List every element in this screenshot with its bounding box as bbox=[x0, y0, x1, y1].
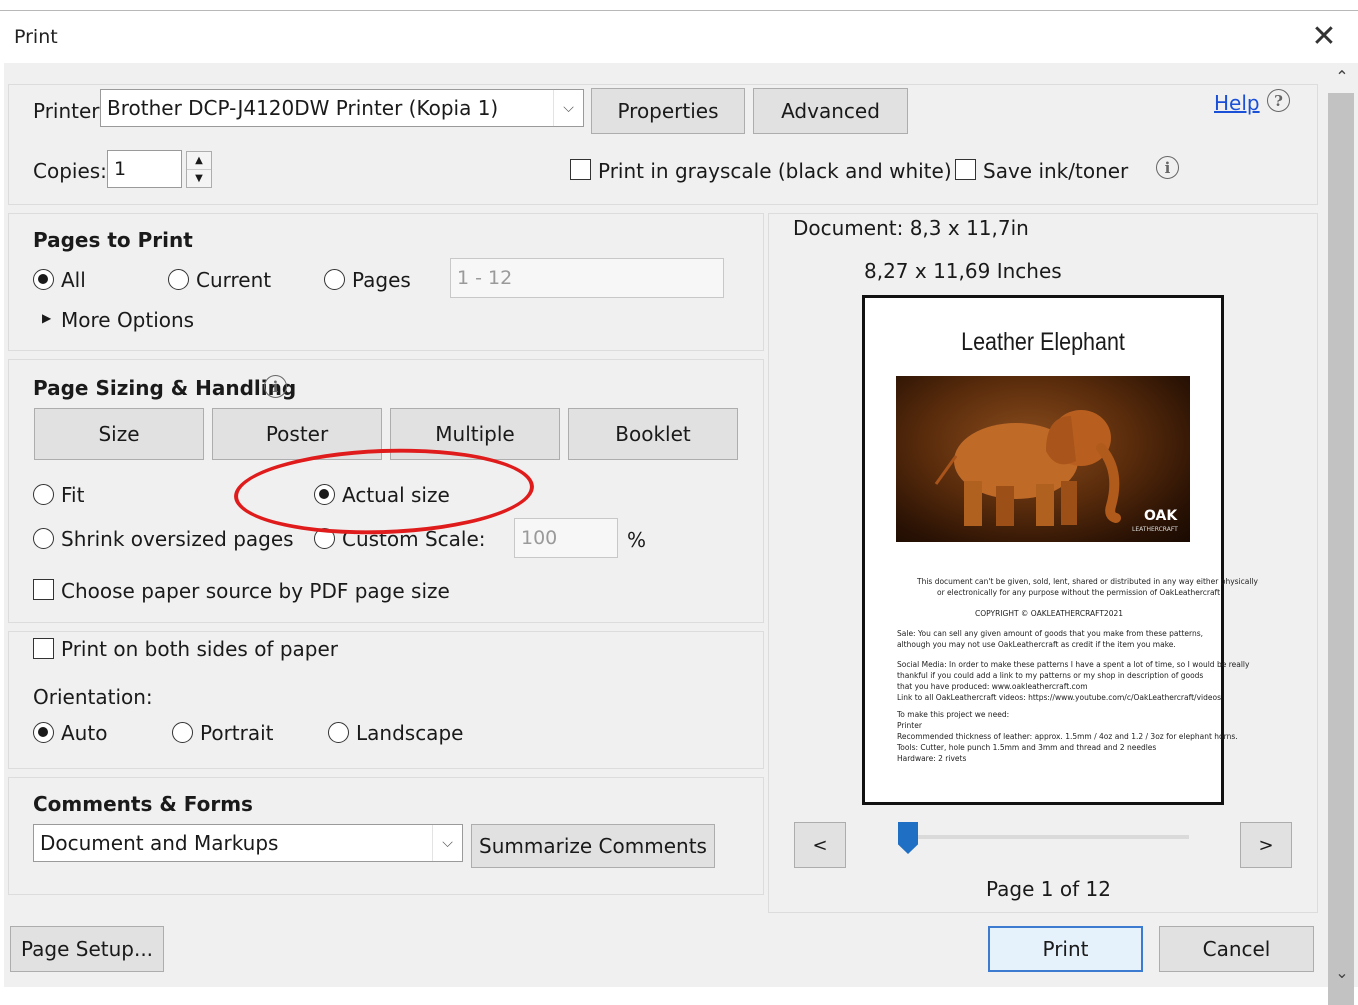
preview-text-line: Social Media: In order to make these pat… bbox=[897, 660, 1250, 669]
summarize-comments-button[interactable]: Summarize Comments bbox=[471, 824, 715, 868]
preview-text-line: Sale: You can sell any given amount of g… bbox=[897, 629, 1203, 638]
preview-text-line: Link to all OakLeathercraft videos: http… bbox=[897, 693, 1221, 702]
pages-to-print-heading: Pages to Print bbox=[33, 228, 193, 252]
radio-landscape[interactable] bbox=[328, 722, 349, 743]
preview-text-line: COPYRIGHT © OAKLEATHERCRAFT2021 bbox=[975, 609, 1124, 618]
next-page-button[interactable]: > bbox=[1240, 822, 1292, 868]
help-question-icon[interactable]: ? bbox=[1267, 89, 1290, 112]
tab-size[interactable]: Size bbox=[34, 408, 204, 460]
preview-text-line: This document can't be given, sold, lent… bbox=[917, 577, 1258, 586]
radio-auto-label: Auto bbox=[61, 721, 108, 745]
chevron-down-icon: ⌵ bbox=[432, 825, 462, 861]
grayscale-checkbox[interactable] bbox=[570, 159, 591, 180]
percent-label: % bbox=[627, 528, 647, 552]
radio-current[interactable] bbox=[168, 269, 189, 290]
preview-text-line: Recommended thickness of leather: approx… bbox=[897, 732, 1238, 741]
preview-text-line: that you have produced: www.oakleathercr… bbox=[897, 682, 1088, 691]
preview-elephant-image: OAK LEATHERCRAFT bbox=[896, 376, 1190, 542]
advanced-button[interactable]: Advanced bbox=[753, 88, 908, 134]
print-button[interactable]: Print bbox=[988, 926, 1143, 972]
radio-all[interactable] bbox=[33, 269, 54, 290]
paper-source-checkbox[interactable] bbox=[33, 579, 54, 600]
page-setup-button[interactable]: Page Setup... bbox=[10, 926, 164, 972]
paper-source-label: Choose paper source by PDF page size bbox=[61, 579, 450, 603]
grayscale-label: Print in grayscale (black and white) bbox=[598, 159, 952, 183]
oak-logo-text: OAK bbox=[1144, 508, 1178, 524]
preview-body-text: This document can't be given, sold, lent… bbox=[897, 576, 1258, 764]
help-link[interactable]: Help bbox=[1214, 91, 1260, 115]
vertical-scrollbar[interactable]: ⌃ ⌄ bbox=[1326, 63, 1358, 1005]
radio-actual-size-label: Actual size bbox=[342, 483, 450, 507]
duplex-label: Print on both sides of paper bbox=[61, 637, 339, 661]
prev-page-button[interactable]: < bbox=[794, 822, 846, 868]
scrollbar-thumb[interactable] bbox=[1328, 93, 1354, 1005]
preview-text-line: thankful if you could add a link to my p… bbox=[897, 671, 1204, 680]
tab-booklet[interactable]: Booklet bbox=[568, 408, 738, 460]
chevron-down-icon: ⌵ bbox=[553, 90, 583, 126]
copies-input[interactable]: 1 bbox=[107, 150, 182, 188]
tab-multiple[interactable]: Multiple bbox=[390, 408, 560, 460]
radio-custom-scale[interactable] bbox=[314, 528, 335, 549]
expand-triangle-icon[interactable]: ▶ bbox=[42, 311, 51, 325]
save-ink-checkbox[interactable] bbox=[955, 159, 976, 180]
page-sizing-heading: Page Sizing & Handling bbox=[33, 376, 297, 400]
document-size-label: Document: 8,3 x 11,7in bbox=[793, 216, 1029, 240]
radio-custom-scale-label: Custom Scale: bbox=[342, 527, 486, 551]
radio-fit-label: Fit bbox=[61, 483, 85, 507]
custom-scale-input[interactable]: 100 bbox=[514, 518, 618, 558]
tab-poster[interactable]: Poster bbox=[212, 408, 382, 460]
copies-stepper[interactable]: ▲ ▼ bbox=[186, 151, 212, 188]
radio-portrait-label: Portrait bbox=[200, 721, 274, 745]
radio-current-label: Current bbox=[196, 268, 272, 292]
info-icon[interactable]: i bbox=[264, 375, 287, 398]
radio-all-label: All bbox=[61, 268, 86, 292]
properties-button[interactable]: Properties bbox=[591, 88, 745, 134]
radio-fit[interactable] bbox=[33, 484, 54, 505]
preview-text-line: Printer bbox=[897, 721, 922, 730]
radio-shrink-label: Shrink oversized pages bbox=[61, 527, 294, 551]
radio-portrait[interactable] bbox=[172, 722, 193, 743]
info-icon[interactable]: i bbox=[1156, 156, 1179, 179]
scroll-up-icon[interactable]: ⌃ bbox=[1326, 63, 1358, 91]
radio-shrink[interactable] bbox=[33, 528, 54, 549]
radio-actual-size[interactable] bbox=[314, 484, 335, 505]
oak-logo-subtext: LEATHERCRAFT bbox=[1132, 526, 1178, 533]
stepper-down-icon[interactable]: ▼ bbox=[187, 170, 211, 187]
pages-range-input[interactable]: 1 - 12 bbox=[450, 258, 724, 298]
duplex-checkbox[interactable] bbox=[33, 638, 54, 659]
radio-pages[interactable] bbox=[324, 269, 345, 290]
close-icon[interactable]: ✕ bbox=[1306, 22, 1342, 56]
copies-label: Copies: bbox=[33, 159, 107, 183]
more-options-link[interactable]: More Options bbox=[61, 308, 194, 332]
preview-text-line: Hardware: 2 rivets bbox=[897, 754, 967, 763]
preview-text-line: To make this project we need: bbox=[897, 710, 1010, 719]
comments-forms-select-value: Document and Markups bbox=[40, 831, 279, 855]
comments-forms-select[interactable]: Document and Markups ⌵ bbox=[33, 824, 463, 862]
printer-label: Printer: bbox=[33, 99, 106, 123]
paper-size-label: 8,27 x 11,69 Inches bbox=[864, 259, 1062, 283]
page-preview: Leather Elephant OAK LEATHERCRAFT This d… bbox=[862, 295, 1258, 805]
orientation-label: Orientation: bbox=[33, 685, 153, 709]
printer-select[interactable]: Brother DCP-J4120DW Printer (Kopia 1) ⌵ bbox=[100, 89, 584, 127]
comments-forms-heading: Comments & Forms bbox=[33, 792, 253, 816]
page-slider-track[interactable] bbox=[902, 835, 1189, 839]
radio-landscape-label: Landscape bbox=[356, 721, 464, 745]
preview-text-line: or electronically for any purpose withou… bbox=[937, 588, 1221, 597]
stepper-up-icon[interactable]: ▲ bbox=[187, 152, 211, 170]
cancel-button[interactable]: Cancel bbox=[1159, 926, 1314, 972]
preview-text-line: Tools: Cutter, hole punch 1.5mm and 3mm … bbox=[897, 743, 1157, 752]
window-top-border bbox=[0, 10, 1358, 11]
radio-pages-label: Pages bbox=[352, 268, 411, 292]
printer-select-value: Brother DCP-J4120DW Printer (Kopia 1) bbox=[107, 96, 499, 120]
scroll-down-icon[interactable]: ⌄ bbox=[1326, 959, 1358, 987]
preview-text-line: although you may not use OakLeathercraft… bbox=[897, 640, 1176, 649]
preview-doc-title: Leather Elephant bbox=[961, 328, 1125, 356]
dialog-title: Print bbox=[14, 26, 58, 48]
page-indicator: Page 1 of 12 bbox=[986, 877, 1111, 901]
radio-auto[interactable] bbox=[33, 722, 54, 743]
save-ink-label: Save ink/toner bbox=[983, 159, 1129, 183]
